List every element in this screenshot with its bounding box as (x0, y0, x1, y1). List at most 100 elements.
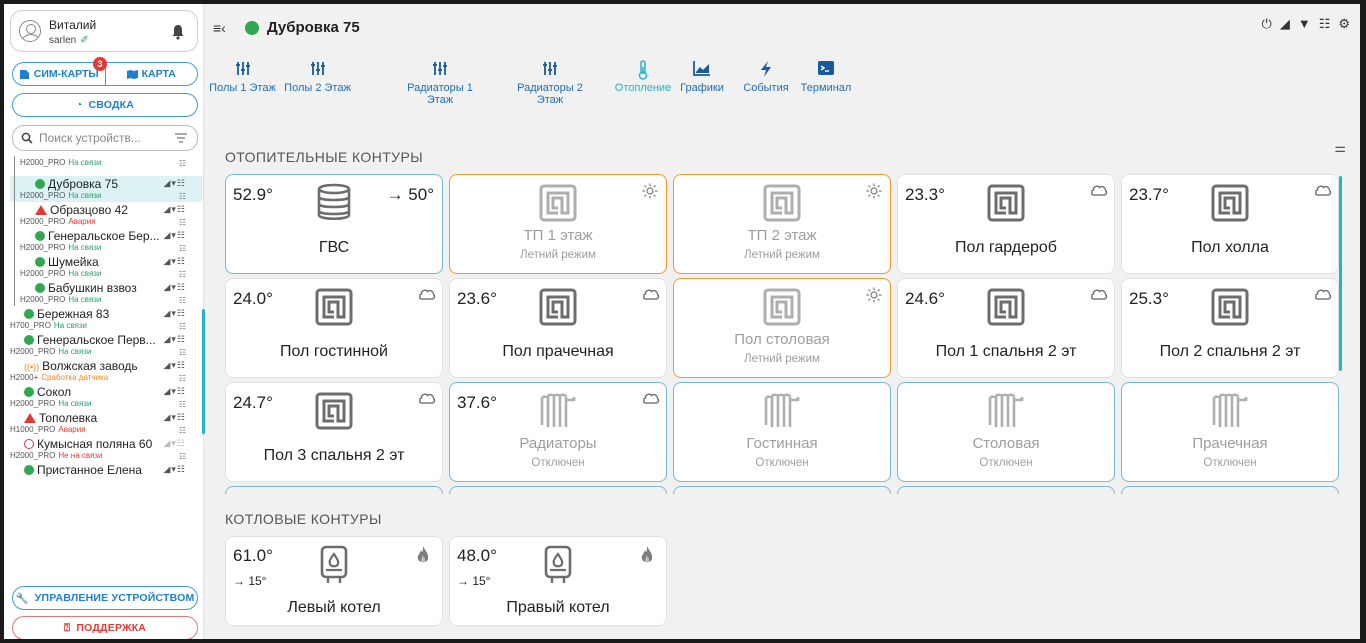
status-dot (35, 179, 45, 189)
tab-1[interactable]: Полы 1 Этаж (205, 60, 280, 94)
circuit-card[interactable]: 23.3° Пол гардероб (897, 174, 1115, 274)
circuit-mode: Отключен (531, 457, 585, 469)
list-item[interactable]: Дубровка 75 ◢▾☷ H2000_PRO На связи ☷ (10, 176, 202, 202)
grid-scrollbar[interactable] (1339, 176, 1342, 371)
status-dot (24, 335, 34, 345)
sim-cards-button[interactable]: СИМ-КАРТЫ 3 (13, 57, 107, 85)
boiler-name: Правый котел (506, 599, 610, 616)
circuit-name: Радиаторы (519, 435, 597, 452)
list-item[interactable]: Образцово 42 ◢▾☷ H2000_PRO Авария ☷ (10, 202, 202, 228)
current-temp: 24.7° (233, 393, 273, 412)
circuit-card[interactable]: ТП 2 этаж Летний режим (673, 174, 891, 274)
bell-icon[interactable] (171, 24, 185, 40)
tank-icon (314, 183, 354, 223)
circuit-name: Пол холла (1191, 239, 1269, 256)
tab-3[interactable]: Радиаторы 1 Этаж (395, 60, 485, 106)
users-icon: ☷ (178, 218, 186, 227)
circuit-mode: Летний режим (744, 353, 820, 365)
circuit-card[interactable]: ТП 1 этаж Летний режим (449, 174, 667, 274)
circuit-card[interactable]: 23.6° Пол прачечная (449, 278, 667, 378)
device-meta: H2000_PRO На связи (10, 347, 92, 356)
device-meta: H1000_PRO Авария (10, 425, 86, 434)
next-row-peek (225, 486, 1341, 494)
circuit-mode: Отключен (755, 457, 809, 469)
user-card[interactable]: Виталий sarlen ✐ (10, 10, 198, 52)
tab-2[interactable]: Полы 2 Этаж (280, 60, 355, 94)
circuit-card[interactable]: 25.3° Пол 2 спальня 2 эт (1121, 278, 1339, 378)
list-item[interactable]: Тополевка ◢▾☷ H1000_PRO Авария ☷ (10, 410, 202, 436)
list-item[interactable]: ((•)) Волжская заводь ◢▾☷ H2000+ Сработка да… (10, 358, 202, 384)
device-name: Бабушкин взвоз (35, 281, 137, 295)
list-item[interactable]: Генеральское Бер... ◢▾☷ H2000_PRO На связи ☷ (10, 228, 202, 254)
sliders-icon (280, 60, 355, 80)
sidebar-scrollbar[interactable] (202, 309, 205, 434)
circuit-card[interactable]: 37.6° Радиаторы Отключен (449, 382, 667, 482)
summary-button[interactable]: ◔ СВОДКА (12, 93, 198, 117)
sun-icon (866, 183, 882, 199)
circuit-card[interactable]: 23.7° Пол холла (1121, 174, 1339, 274)
device-list: H2000_PRO На связи ☷ Дубровка 75 ◢▾☷ H2000_PR… (10, 156, 202, 582)
gauge-icon: ◔ (75, 99, 83, 111)
alarm-icon (24, 413, 36, 423)
tab-label: Полы 2 Этаж (284, 82, 351, 94)
cloud-icon (642, 287, 660, 301)
circuit-card[interactable]: Прачечная Отключен (1121, 382, 1339, 482)
floor-icon (1210, 183, 1250, 223)
list-item[interactable]: Бережная 83 ◢▾☷ H700_PRO На связи ☷ (10, 306, 202, 332)
circuit-name: Пол 2 спальня 2 эт (1159, 343, 1301, 360)
app-window: Виталий sarlen ✐ СИМ-КАРТЫ 3 КАРТА ◔ СВОДК… (0, 0, 1366, 643)
circuit-card[interactable]: 24.7° Пол 3 спальня 2 эт (225, 382, 443, 482)
filter-icon[interactable] (175, 132, 187, 144)
list-item[interactable]: H2000_PRO На связи ☷ (10, 156, 202, 176)
signal-icons: ◢▾☷ (163, 334, 186, 344)
tree-line (14, 156, 15, 176)
circuit-card[interactable]: 52.9° → 50° ГВС (225, 174, 443, 274)
page-title: Дубровка 75 (267, 19, 360, 36)
settings-icon[interactable]: ⚙ (1338, 16, 1350, 32)
search-input[interactable]: Поиск устройств... (12, 125, 198, 151)
current-temp: 61.0° (233, 546, 273, 565)
signal-icons: ◢▾☷ (163, 178, 186, 188)
terminal-icon (796, 60, 856, 80)
flame-icon (640, 545, 654, 570)
flame-icon (416, 545, 430, 570)
boiler-card[interactable]: 48.0° → 15° Правый котел (449, 536, 667, 626)
list-item[interactable]: Сокол ◢▾☷ H2000_PRO На связи ☷ (10, 384, 202, 410)
tab-5[interactable]: Отопление (611, 60, 675, 94)
map-button[interactable]: КАРТА (106, 63, 198, 85)
top-bar: ≡‹ Дубровка 75 ⏻ ◢ ▼ ☷ ⚙ (205, 4, 1360, 54)
floor-icon (314, 391, 354, 431)
wrench-icon: 🔧 (15, 592, 29, 605)
list-item[interactable]: Бабушкин взвоз ◢▾☷ H2000_PRO На связи ☷ (10, 280, 202, 306)
chart-icon (674, 60, 730, 80)
device-name: Дубровка 75 (35, 177, 118, 191)
circuit-card[interactable]: 24.0° Пол гостинной (225, 278, 443, 378)
cloud-icon (1090, 287, 1108, 301)
circuit-card[interactable]: 24.6° Пол 1 спальня 2 эт (897, 278, 1115, 378)
tab-8[interactable]: Терминал (796, 60, 856, 94)
tab-7[interactable]: События (738, 60, 794, 94)
device-meta: H2000_PRO Не на связи (10, 451, 103, 460)
tune-icon[interactable]: ⚌ (1334, 140, 1346, 156)
list-item[interactable]: Шумейка ◢▾☷ H2000_PRO На связи ☷ (10, 254, 202, 280)
menu-collapse-icon[interactable]: ≡‹ (213, 20, 226, 36)
circuit-name: ТП 2 этаж (747, 227, 817, 244)
list-item[interactable]: Кумысная поляна 60 ◢▾☷ H2000_PRO Не на связ… (10, 436, 202, 462)
signal-icons: ◢▾☷ (163, 412, 186, 422)
support-button[interactable]: ⍰ ПОДДЕРЖКА (12, 616, 198, 639)
circuit-card[interactable]: Столовая Отключен (897, 382, 1115, 482)
signal-icons: ◢▾☷ (163, 360, 186, 370)
boiler-card[interactable]: 61.0° → 15° Левый котел (225, 536, 443, 626)
list-item[interactable]: Генеральское Перв... ◢▾☷ H2000_PRO На связи… (10, 332, 202, 358)
tab-4[interactable]: Радиаторы 2 Этаж (505, 60, 595, 106)
thermometer-icon (611, 60, 675, 80)
current-temp: 23.6° (457, 289, 497, 308)
list-item[interactable]: Пристанное Елена ◢▾☷ (10, 462, 202, 488)
status-dot (245, 21, 259, 35)
tab-6[interactable]: Графики (674, 60, 730, 94)
manage-device-button[interactable]: 🔧 УПРАВЛЕНИЕ УСТРОЙСТВОМ (12, 586, 198, 610)
circuit-name: Пол столовая (734, 331, 830, 348)
circuit-card[interactable]: Пол столовая Летний режим (673, 278, 891, 378)
circuit-card[interactable]: Гостинная Отключен (673, 382, 891, 482)
boiler-icon (314, 545, 354, 585)
